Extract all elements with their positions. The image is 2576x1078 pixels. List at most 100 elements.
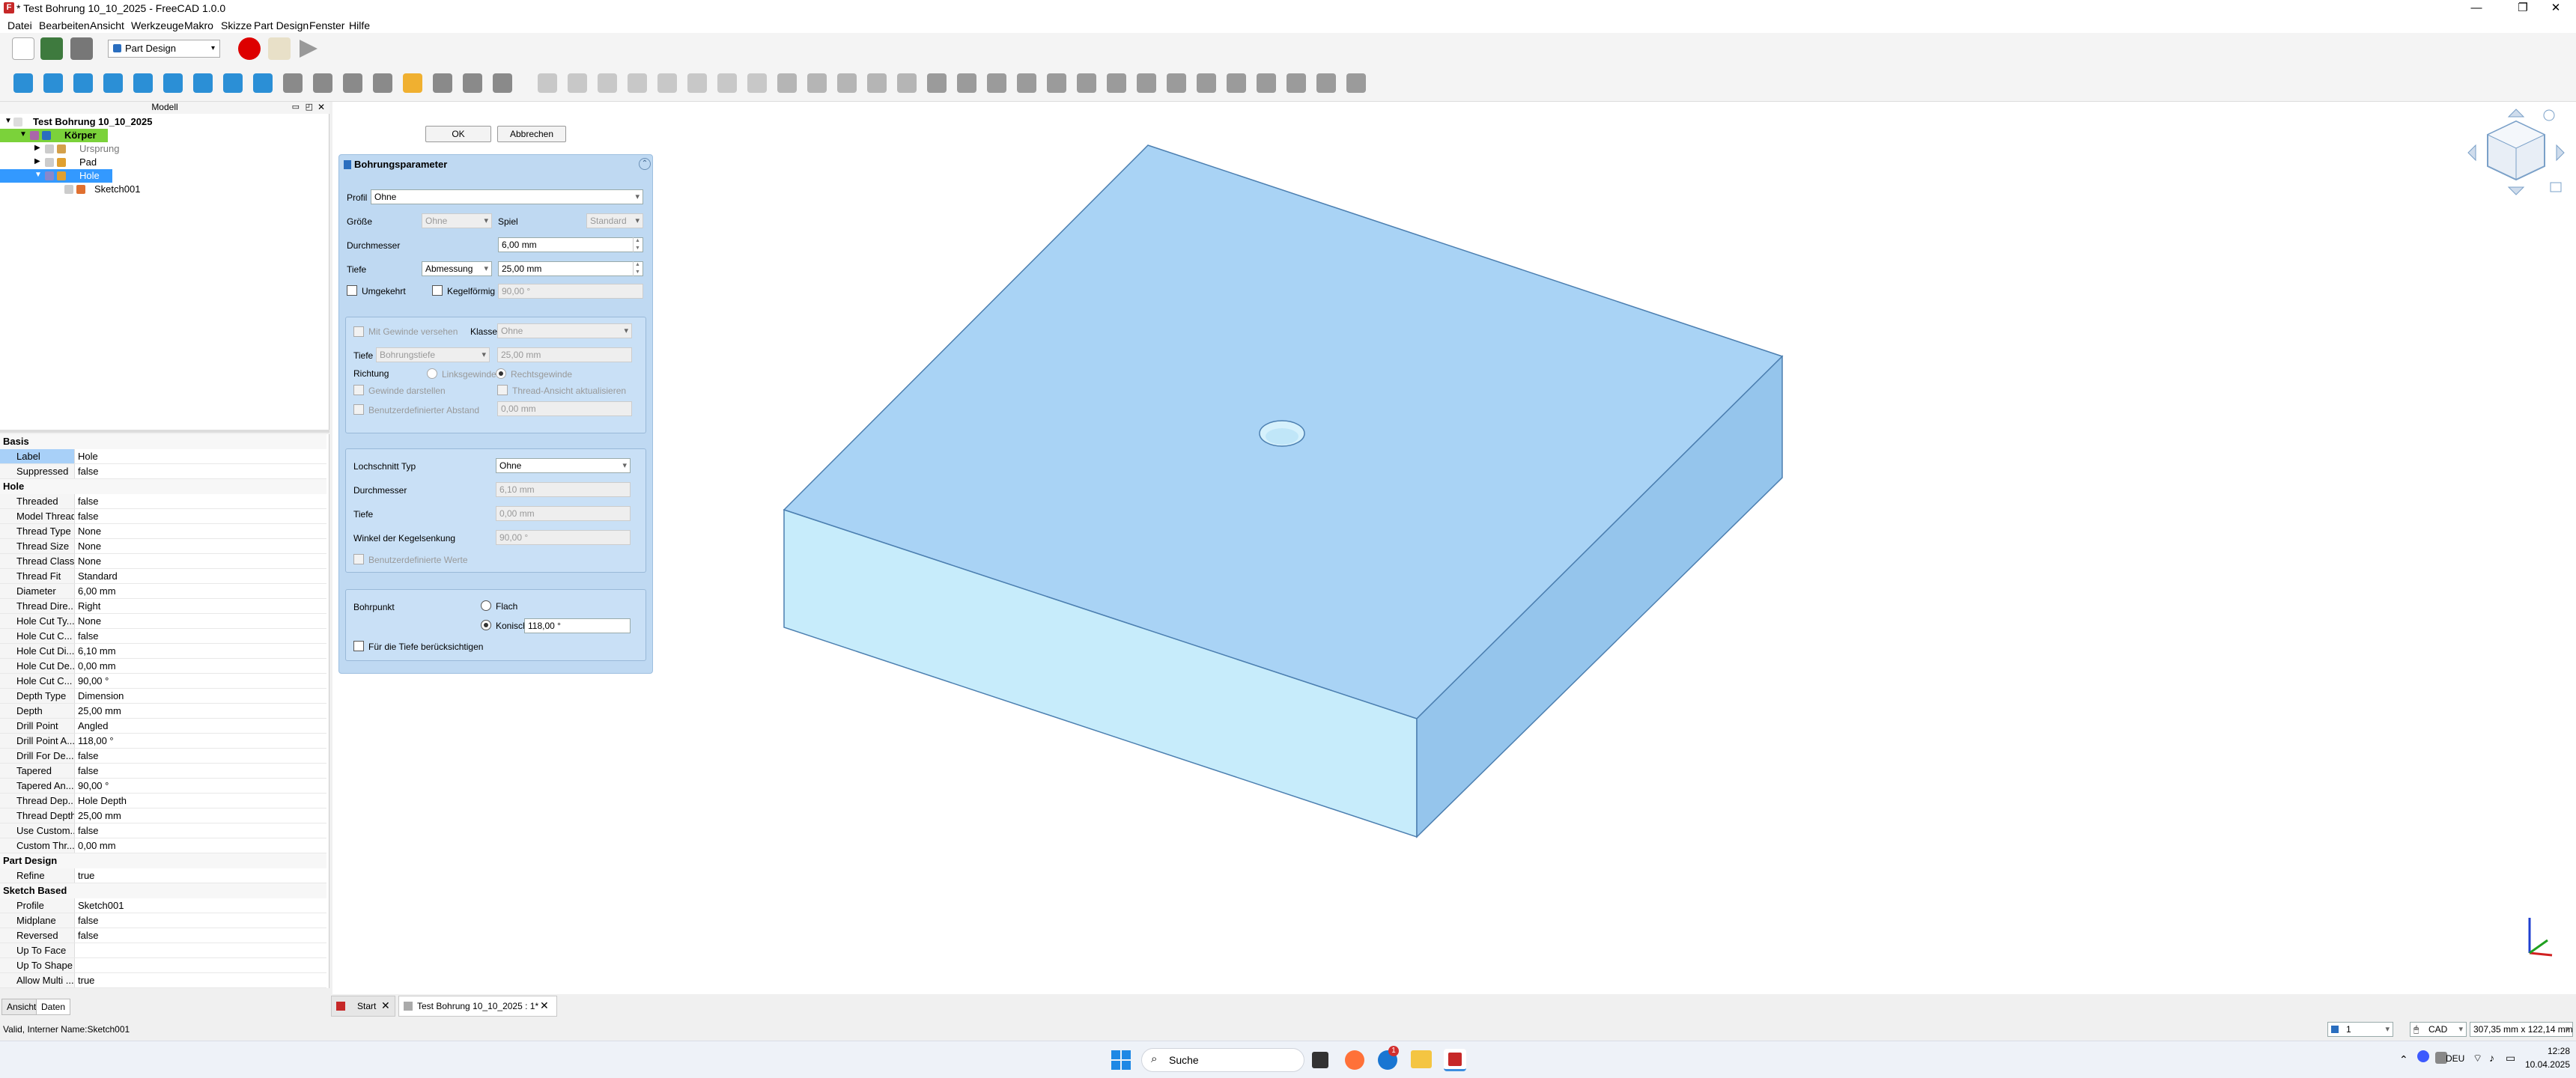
property-group[interactable]: Hole: [0, 479, 326, 494]
property-row[interactable]: Tapered An... 90,00 °: [0, 779, 326, 794]
link-icon[interactable]: [253, 73, 273, 93]
thread-ansicht-checkbox[interactable]: [497, 385, 508, 395]
property-value[interactable]: false: [76, 494, 98, 509]
kegelsenkung-winkel-input[interactable]: 90,00 °: [496, 530, 631, 545]
tab-document[interactable]: Test Bohrung 10_10_2025 : 1* ✕: [398, 996, 557, 1017]
property-row[interactable]: Model Thread false: [0, 509, 326, 524]
file-explorer-icon[interactable]: [1411, 1050, 1432, 1068]
linear-pattern-icon[interactable]: [1287, 73, 1306, 93]
float-icon[interactable]: ▭: [292, 102, 300, 112]
menu-fenster[interactable]: Fenster: [309, 19, 344, 31]
subtractive-loft-icon[interactable]: [1017, 73, 1036, 93]
tree-item-koerper[interactable]: ▼ Körper: [0, 129, 108, 142]
property-row[interactable]: Diameter 6,00 mm: [0, 584, 326, 599]
language-indicator[interactable]: DEU: [2446, 1053, 2464, 1064]
mit-gewinde-checkbox[interactable]: [353, 326, 364, 337]
whats-this-icon[interactable]: [493, 73, 512, 93]
property-row[interactable]: Hole Cut Di... 6,10 mm: [0, 644, 326, 659]
property-value[interactable]: false: [76, 629, 98, 644]
isometric-icon[interactable]: [73, 73, 93, 93]
close-tab-icon[interactable]: ✕: [540, 999, 549, 1012]
property-row[interactable]: Refine true: [0, 868, 326, 883]
expand-arrow-icon[interactable]: ▼: [19, 130, 27, 138]
property-value[interactable]: false: [76, 764, 98, 779]
revolution-icon[interactable]: [807, 73, 827, 93]
property-row[interactable]: Thread Size None: [0, 539, 326, 554]
property-value[interactable]: None: [76, 554, 101, 569]
property-row[interactable]: Drill Point A... 118,00 °: [0, 734, 326, 749]
property-value[interactable]: 6,00 mm: [76, 584, 116, 599]
datum-line-icon[interactable]: [747, 73, 767, 93]
property-value[interactable]: 0,00 mm: [76, 838, 116, 853]
property-row[interactable]: Threaded false: [0, 494, 326, 509]
chamfer-icon[interactable]: [1167, 73, 1186, 93]
property-row[interactable]: Hole Cut Ty... None: [0, 614, 326, 629]
page-select[interactable]: 1: [2327, 1022, 2393, 1037]
property-value[interactable]: Standard: [76, 569, 118, 584]
menu-hilfe[interactable]: Hilfe: [349, 19, 370, 31]
ok-button[interactable]: OK: [425, 126, 491, 142]
clock-time[interactable]: 12:28: [2537, 1046, 2570, 1056]
property-value[interactable]: 6,10 mm: [76, 644, 116, 659]
cancel-button[interactable]: Abbrechen: [497, 126, 566, 142]
senkung-durchmesser-input[interactable]: 6,10 mm: [496, 482, 631, 497]
close-tab-icon[interactable]: ✕: [381, 999, 390, 1012]
visibility-eye-icon[interactable]: [45, 158, 54, 167]
tree-item-sketch001[interactable]: Sketch001: [0, 183, 329, 196]
task-view-icon[interactable]: [1312, 1052, 1328, 1068]
property-value[interactable]: false: [76, 928, 98, 943]
property-value[interactable]: false: [76, 913, 98, 928]
open-document-icon[interactable]: [40, 37, 63, 60]
pad-icon[interactable]: [777, 73, 797, 93]
measure-icon[interactable]: [223, 73, 243, 93]
tiefe-spinner[interactable]: ▲ ▼: [633, 261, 642, 276]
menu-makro[interactable]: Makro: [184, 19, 213, 31]
clock-date[interactable]: 10.04.2025: [2521, 1059, 2570, 1070]
fillet-icon[interactable]: [1137, 73, 1156, 93]
close-button[interactable]: ✕: [2536, 0, 2576, 16]
property-row[interactable]: Depth 25,00 mm: [0, 704, 326, 719]
subtractive-helix-icon[interactable]: [1077, 73, 1096, 93]
property-row[interactable]: Up To Shape: [0, 958, 326, 973]
datum-point-icon[interactable]: [717, 73, 737, 93]
hole-tool-icon[interactable]: [957, 73, 976, 93]
dimension-display[interactable]: 307,35 mm x 122,14 mm: [2470, 1022, 2573, 1037]
property-row[interactable]: Custom Thr... 0,00 mm: [0, 838, 326, 853]
linksgewinde-radio[interactable]: [427, 368, 437, 379]
expand-arrow-icon[interactable]: ▼: [34, 171, 42, 179]
gewinde-tiefe-type-select[interactable]: Bohrungstiefe: [376, 347, 490, 362]
fit-selection-icon[interactable]: [43, 73, 63, 93]
kegel-winkel-input[interactable]: 90,00 °: [498, 284, 643, 299]
property-value[interactable]: Angled: [76, 719, 108, 734]
taskbar-search[interactable]: ⌕ Suche: [1141, 1048, 1304, 1072]
fit-all-icon[interactable]: [13, 73, 33, 93]
property-row[interactable]: Drill Point Angled: [0, 719, 326, 734]
volume-icon[interactable]: ♪: [2489, 1052, 2494, 1064]
property-row[interactable]: Depth Type Dimension: [0, 689, 326, 704]
property-value[interactable]: 25,00 mm: [76, 808, 121, 823]
groesse-select[interactable]: Ohne: [422, 213, 492, 228]
boolean-icon[interactable]: [1107, 73, 1126, 93]
property-row[interactable]: Midplane false: [0, 913, 326, 928]
battery-icon[interactable]: ▭: [2506, 1052, 2515, 1065]
property-value[interactable]: false: [76, 749, 98, 764]
pipe-icon[interactable]: [867, 73, 887, 93]
redo-icon[interactable]: [433, 73, 452, 93]
property-row[interactable]: Tapered false: [0, 764, 326, 779]
tab-start[interactable]: Start ✕: [331, 996, 395, 1017]
collapse-section-icon[interactable]: ⌃: [639, 158, 651, 170]
property-row[interactable]: Thread Fit Standard: [0, 569, 326, 584]
draft-icon[interactable]: [1197, 73, 1216, 93]
property-value[interactable]: 90,00 °: [76, 674, 109, 689]
visibility-eye-icon[interactable]: [64, 185, 73, 194]
body-icon[interactable]: [538, 73, 557, 93]
sketch-icon[interactable]: [568, 73, 587, 93]
property-row[interactable]: Thread Dep... Hole Depth: [0, 794, 326, 808]
klasse-select[interactable]: Ohne: [497, 323, 632, 338]
property-value[interactable]: None: [76, 614, 101, 629]
property-row[interactable]: Hole Cut De... 0,00 mm: [0, 659, 326, 674]
menu-part-design[interactable]: Part Design: [254, 19, 309, 31]
tree-item-pad[interactable]: ▶ Pad: [0, 156, 329, 169]
property-row[interactable]: Suppressed false: [0, 464, 326, 479]
workbench-selector[interactable]: Part Design ▾: [108, 40, 220, 58]
